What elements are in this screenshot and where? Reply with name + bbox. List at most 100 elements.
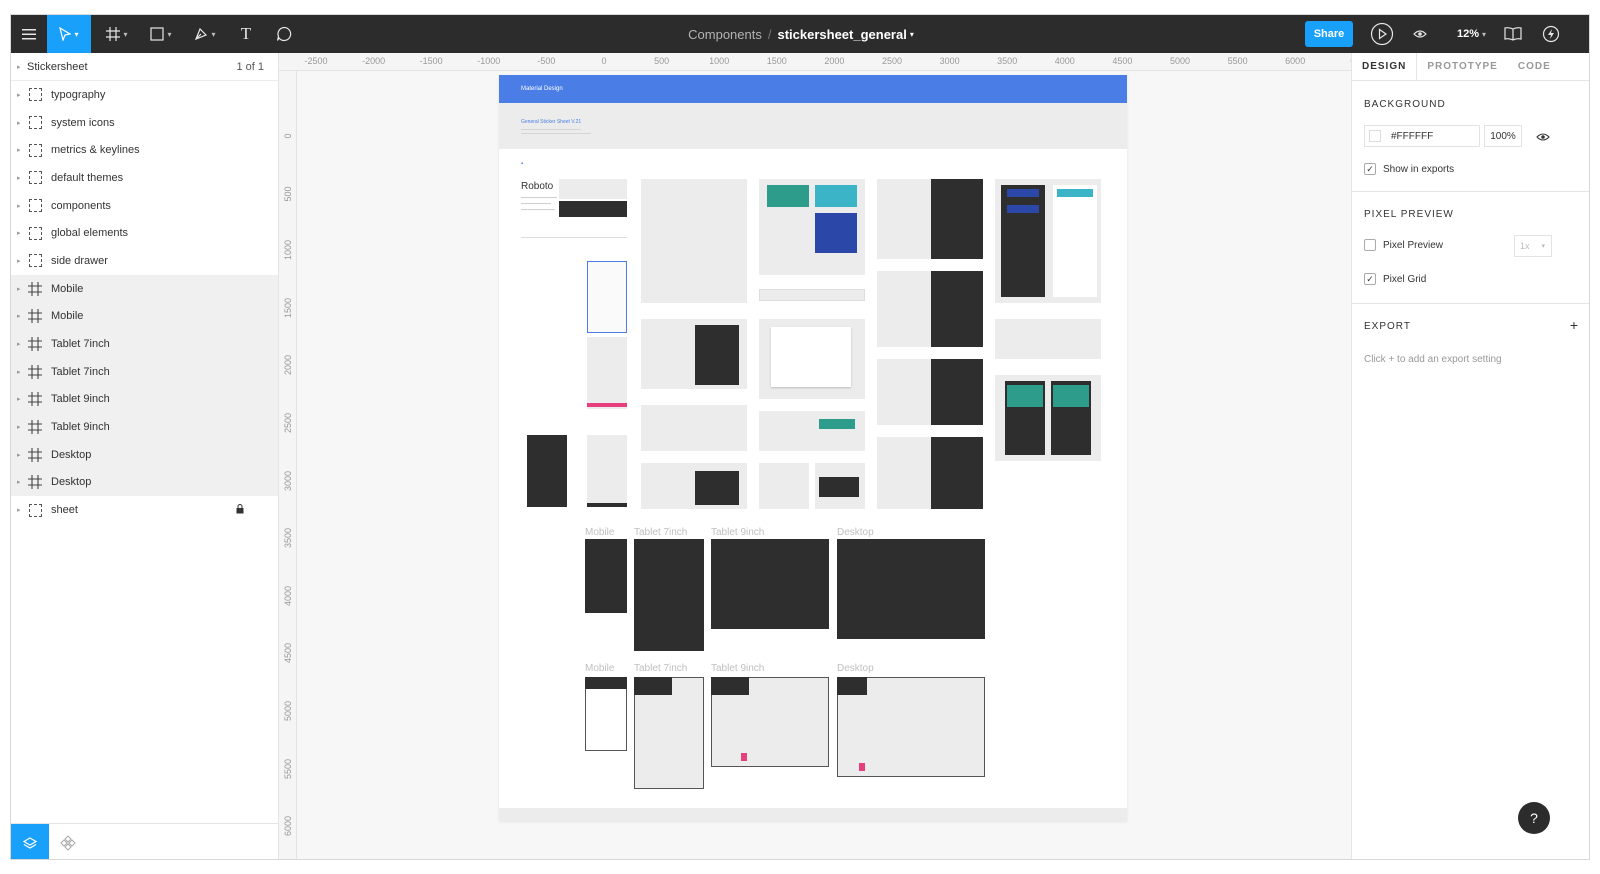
ruler-tick-label: 0 [601,56,607,66]
layer-label: Mobile [51,310,84,323]
chevron-right-icon[interactable]: ▸ [17,312,27,320]
layer-item[interactable]: ▸ Tablet 9inch [11,413,278,441]
move-tool-icon[interactable]: ▾ [47,15,91,53]
share-button[interactable]: Share [1305,21,1353,47]
sticker-sheet-frame[interactable]: Material Design General Sticker Sheet V.… [499,75,1127,821]
export-hint: Click + to add an export setting [1364,354,1502,365]
device-label: Tablet 7inch [634,663,688,674]
frame-tool-icon[interactable]: ▾ [97,15,137,53]
layer-item[interactable]: ▸ Mobile [11,274,278,303]
layer-item[interactable]: ▸ system icons [11,109,278,137]
chevron-right-icon[interactable]: ▸ [17,451,27,459]
tablet-9-frame-preview[interactable] [711,539,829,629]
lock-icon[interactable] [236,503,244,517]
checkbox-checked-icon[interactable]: ✓ [1364,163,1376,175]
mobile-frame-preview[interactable] [585,539,627,613]
ruler-tick-label: 2500 [881,56,903,66]
pixel-preview-toggle[interactable]: Pixel Preview [1364,239,1443,251]
ruler-tick-label: 0 [283,133,293,139]
comment-tool-icon[interactable] [269,15,299,53]
layer-label: system icons [51,116,115,129]
layer-item[interactable]: ▸ metrics & keylines [11,136,278,164]
background-opacity-field[interactable]: 100% [1484,125,1522,147]
add-export-icon[interactable]: + [1570,317,1578,333]
chevron-right-icon[interactable]: ▸ [17,91,27,99]
view-icon[interactable] [1407,15,1433,53]
shape-tool-icon[interactable]: ▾ [141,15,181,53]
chevron-right-icon[interactable]: ▸ [17,229,27,237]
text-tool-icon[interactable]: T [231,15,261,53]
design-canvas[interactable]: Material Design General Sticker Sheet V.… [297,71,1351,859]
layer-item[interactable]: ▸ Tablet 7inch [11,330,278,358]
ruler-tick-label: 1500 [283,297,293,318]
chevron-right-icon[interactable]: ▸ [17,478,27,486]
group-icon [27,503,43,517]
ruler-tick-label: 4000 [1054,56,1075,66]
chevron-down-icon[interactable]: ▾ [910,30,914,39]
layer-item[interactable]: ▸ typography [11,81,278,109]
help-button[interactable]: ? [1518,802,1550,834]
desktop-frame-preview[interactable] [837,539,985,639]
chevron-right-icon[interactable]: ▸ [17,202,27,210]
layer-label: metrics & keylines [51,144,140,157]
section-marker: ▪ [521,161,524,167]
chevron-right-icon[interactable]: ▸ [17,506,27,514]
chevron-right-icon[interactable]: ▸ [17,368,27,376]
chevron-right-icon[interactable]: ▸ [17,423,27,431]
ruler-tick-label: 2000 [824,56,845,66]
ruler-tick-label: -1500 [419,56,443,66]
ruler-tick-label: 1500 [766,56,787,66]
checkbox-checked-icon[interactable]: ✓ [1364,273,1376,285]
plugin-icon[interactable] [1539,15,1563,53]
chevron-right-icon[interactable]: ▸ [17,257,27,265]
ruler-tick-label: 2000 [283,355,293,376]
toolbar: ▾ ▾ ▾ ▾ T Components / stickersheet_gene… [11,15,1589,53]
layer-item[interactable]: ▸ components [11,192,278,220]
background-color-field[interactable]: #FFFFFF [1364,125,1480,147]
group-icon [27,143,43,157]
breadcrumb-project[interactable]: Components [688,27,762,42]
sheet-header: Material Design [499,75,1127,103]
present-icon[interactable] [1367,15,1397,53]
chevron-right-icon[interactable]: ▸ [17,119,27,127]
layer-label: Tablet 9inch [51,393,110,406]
layer-item[interactable]: ▸ Mobile [11,302,278,331]
pixel-scale-select[interactable]: 1x ▾ [1514,235,1552,257]
layers-tab-icon[interactable] [11,824,49,859]
library-icon[interactable] [1501,15,1525,53]
zoom-value: 12% [1457,28,1480,40]
show-in-exports-toggle[interactable]: ✓ Show in exports [1364,163,1454,175]
layer-item[interactable]: ▸ Tablet 7inch [11,357,278,386]
pixel-grid-toggle[interactable]: ✓ Pixel Grid [1364,273,1426,285]
chevron-right-icon[interactable]: ▸ [17,174,27,182]
layer-item[interactable]: ▸ default themes [11,164,278,192]
group-icon [27,254,43,268]
layer-item[interactable]: ▸ Desktop [11,468,278,497]
tab-prototype[interactable]: PROTOTYPE [1417,53,1508,80]
tab-design[interactable]: DESIGN [1352,53,1418,80]
zoom-dropdown[interactable]: 12% ▾ [1457,15,1486,53]
layer-item[interactable]: ▸ side drawer [11,247,278,275]
menu-icon[interactable] [11,15,47,53]
chevron-right-icon[interactable]: ▸ [17,146,27,154]
ruler-tick-label: 3500 [997,56,1018,66]
file-name[interactable]: stickersheet_general [777,27,906,42]
layer-item[interactable]: ▸ Tablet 9inch [11,385,278,414]
layer-item[interactable]: ▸ sheet [11,496,278,524]
layer-item[interactable]: ▸ Desktop [11,440,278,469]
group-icon [27,226,43,240]
pixel-scale-value: 1x [1520,241,1530,251]
tablet-7-frame-preview[interactable] [634,539,704,651]
chevron-right-icon[interactable]: ▸ [17,340,27,348]
layer-item[interactable]: ▸ global elements [11,219,278,247]
chevron-right-icon[interactable]: ▸ [17,285,27,293]
checkbox-unchecked-icon[interactable] [1364,239,1376,251]
components-tab-icon[interactable] [49,824,87,859]
tab-code[interactable]: CODE [1508,53,1561,80]
visibility-eye-icon[interactable] [1536,129,1550,147]
chevron-right-icon[interactable]: ▸ [17,395,27,403]
page-selector[interactable]: ▸ Stickersheet 1 of 1 [11,53,278,81]
pixel-preview-label: Pixel Preview [1383,239,1444,251]
pen-tool-icon[interactable]: ▾ [185,15,225,53]
color-swatch[interactable] [1369,130,1381,142]
